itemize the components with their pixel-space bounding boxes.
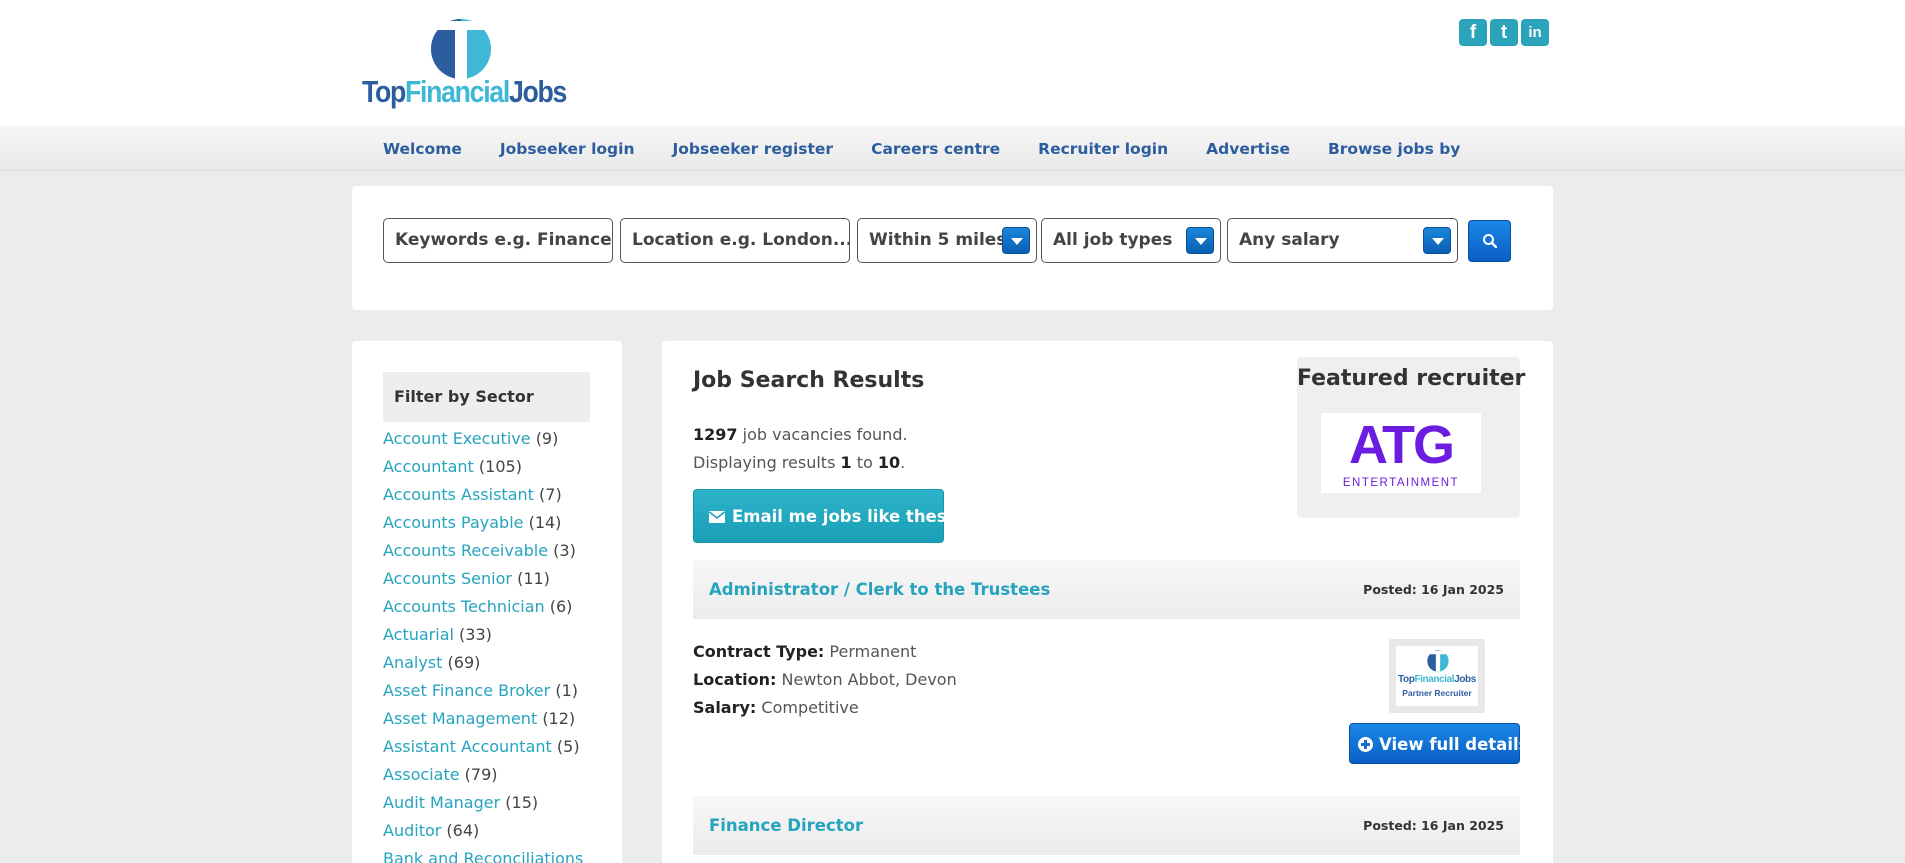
logo-t-icon (431, 19, 491, 79)
chevron-down-icon (1423, 227, 1451, 254)
sector-link[interactable]: Accounts Technician (383, 597, 545, 616)
list-item: Actuarial (33) (383, 625, 492, 644)
nav-careers-centre[interactable]: Careers centre (871, 140, 1000, 158)
envelope-icon (709, 511, 725, 523)
view-full-details-button[interactable]: View full details (1349, 723, 1528, 764)
list-item: Accounts Assistant (7) (383, 485, 562, 504)
list-item: Audit Manager (15) (383, 793, 539, 812)
keywords-input[interactable]: Keywords e.g. Finance Ma (383, 218, 613, 263)
distance-select[interactable]: Within 5 miles (857, 218, 1037, 263)
list-item: Analyst (69) (383, 653, 481, 672)
sector-link[interactable]: Accounts Senior (383, 569, 512, 588)
location-input[interactable]: Location e.g. London... (620, 218, 850, 263)
chevron-down-icon (1002, 227, 1030, 254)
list-item: Asset Management (12) (383, 709, 576, 728)
list-item: Accountant (105) (383, 457, 522, 476)
plus-circle-icon (1358, 737, 1373, 752)
list-item: Account Executive (9) (383, 429, 559, 448)
main-navigation: Welcome Jobseeker login Jobseeker regist… (0, 126, 1905, 171)
job-type-select[interactable]: All job types (1041, 218, 1221, 263)
list-item: Accounts Receivable (3) (383, 541, 576, 560)
featured-recruiter-logo[interactable]: ATG ENTERTAINMENT (1321, 413, 1481, 493)
list-item: Accounts Technician (6) (383, 597, 573, 616)
job-details: Contract Type: Permanent Location: Newto… (693, 642, 957, 717)
job-header: Finance Director Posted: 16 Jan 2025 (693, 796, 1520, 855)
linkedin-icon[interactable]: in (1521, 19, 1549, 46)
nav-recruiter-login[interactable]: Recruiter login (1038, 140, 1168, 158)
sector-link[interactable]: Asset Management (383, 709, 537, 728)
facebook-icon[interactable]: f (1459, 19, 1487, 46)
results-summary: 1297 job vacancies found. Displaying res… (693, 425, 908, 472)
featured-recruiter: Featured recruiter ATG ENTERTAINMENT (1297, 357, 1526, 518)
list-item: Auditor (64) (383, 821, 480, 840)
results-panel: Job Search Results 1297 job vacancies fo… (662, 341, 1553, 863)
salary-select[interactable]: Any salary (1227, 218, 1458, 263)
logo-t-icon (1427, 650, 1449, 672)
page-title: Job Search Results (693, 368, 925, 393)
nav-jobseeker-register[interactable]: Jobseeker register (673, 140, 834, 158)
sector-link[interactable]: Assistant Accountant (383, 737, 552, 756)
sector-link[interactable]: Analyst (383, 653, 442, 672)
job-posted-date: Posted: 16 Jan 2025 (1363, 582, 1504, 597)
twitter-icon[interactable]: t (1490, 19, 1518, 46)
job-title-link[interactable]: Administrator / Clerk to the Trustees (709, 560, 1050, 619)
list-item: Assistant Accountant (5) (383, 737, 580, 756)
nav-welcome[interactable]: Welcome (383, 140, 462, 158)
search-button[interactable] (1468, 220, 1511, 262)
chevron-down-icon (1186, 227, 1214, 254)
sector-link[interactable]: Accounts Receivable (383, 541, 548, 560)
sector-link[interactable]: Account Executive (383, 429, 531, 448)
nav-browse-jobs-by[interactable]: Browse jobs by (1328, 140, 1460, 158)
filter-heading: Filter by Sector (383, 372, 590, 422)
social-links: f t in (1459, 19, 1549, 46)
featured-title: Featured recruiter (1297, 366, 1526, 391)
list-item: Bank and Reconciliations (383, 845, 583, 863)
sector-link[interactable]: Accounts Assistant (383, 485, 534, 504)
list-item: Accounts Payable (14) (383, 513, 562, 532)
list-item: Associate (79) (383, 765, 498, 784)
nav-advertise[interactable]: Advertise (1206, 140, 1290, 158)
job-posted-date: Posted: 16 Jan 2025 (1363, 818, 1504, 833)
sector-link[interactable]: Bank and Reconciliations (383, 849, 583, 863)
search-panel: Keywords e.g. Finance Ma Location e.g. L… (352, 186, 1553, 310)
site-logo[interactable]: TopFinancialJobs (362, 18, 572, 114)
list-item: Accounts Senior (11) (383, 569, 550, 588)
site-header: TopFinancialJobs f t in (0, 0, 1905, 126)
sector-list: Account Executive (9) Accountant (105) A… (383, 425, 583, 863)
sector-link[interactable]: Asset Finance Broker (383, 681, 550, 700)
sector-link[interactable]: Associate (383, 765, 460, 784)
sector-link[interactable]: Accountant (383, 457, 474, 476)
sector-link[interactable]: Actuarial (383, 625, 454, 644)
sector-link[interactable]: Accounts Payable (383, 513, 523, 532)
nav-jobseeker-login[interactable]: Jobseeker login (500, 140, 635, 158)
job-title-link[interactable]: Finance Director (709, 796, 863, 855)
job-header: Administrator / Clerk to the Trustees Po… (693, 560, 1520, 619)
sector-link[interactable]: Auditor (383, 821, 441, 840)
email-alert-button[interactable]: Email me jobs like these (693, 489, 958, 543)
sector-filter-panel: Filter by Sector Account Executive (9) A… (352, 341, 622, 863)
search-icon (1483, 234, 1498, 249)
list-item: Asset Finance Broker (1) (383, 681, 578, 700)
logo-wordmark: TopFinancialJobs (362, 74, 567, 109)
partner-recruiter-logo[interactable]: TopFinancialJobs Partner Recruiter (1389, 639, 1485, 713)
sector-link[interactable]: Audit Manager (383, 793, 500, 812)
